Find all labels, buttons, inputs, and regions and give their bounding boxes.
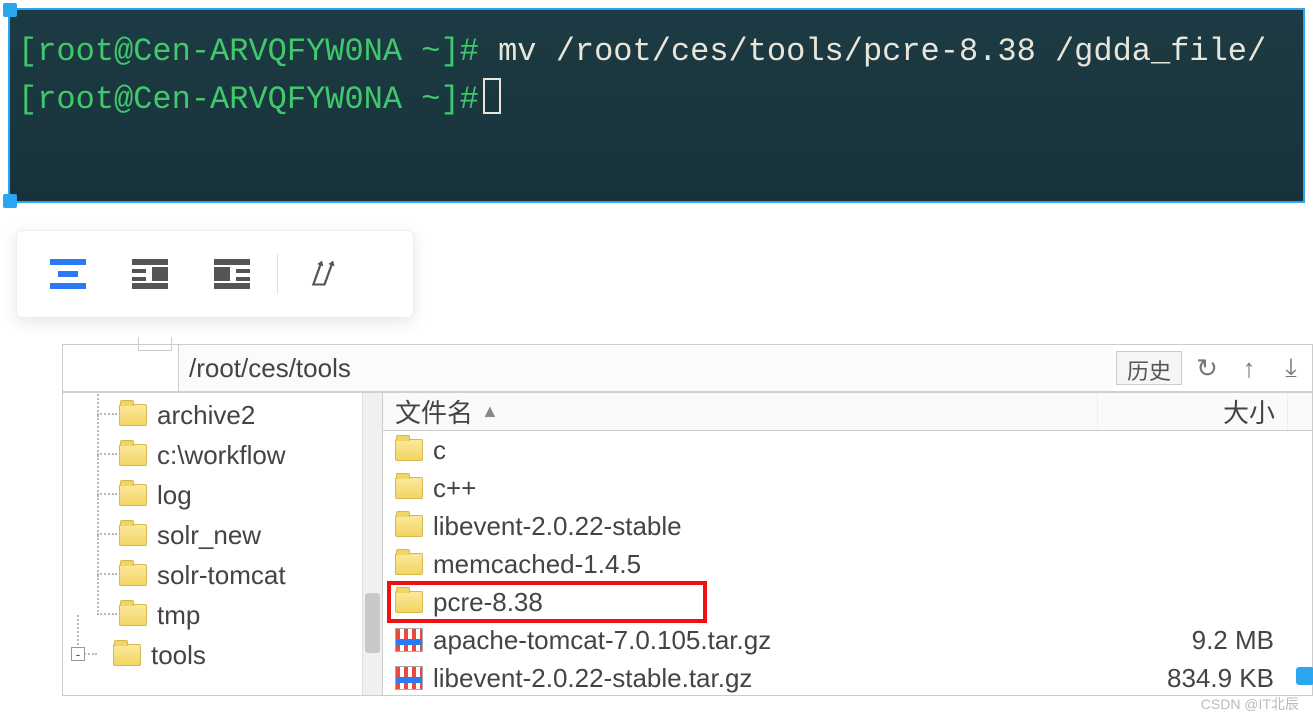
archive-icon <box>395 666 423 690</box>
wrap-left-icon <box>214 259 250 289</box>
file-name: c <box>433 435 446 466</box>
column-size-label: 大小 <box>1223 393 1275 430</box>
tree-header-stub <box>63 345 179 391</box>
file-name: c++ <box>433 473 476 504</box>
tree-item[interactable]: -tools <box>77 635 382 675</box>
sort-asc-icon: ▲ <box>481 401 499 422</box>
prompt-text: [root@Cen-ARVQFYW0NA ~]# <box>18 81 479 118</box>
folder-icon <box>119 444 147 466</box>
folder-icon <box>395 553 423 575</box>
tree-item-label: solr-tomcat <box>157 560 286 591</box>
file-name: pcre-8.38 <box>433 587 543 618</box>
terminal-line: [root@Cen-ARVQFYW0NA ~]# <box>18 76 1295 124</box>
tree-item-label: log <box>157 480 192 511</box>
refresh-button[interactable]: ↻ <box>1186 345 1228 391</box>
terminal-pane[interactable]: [root@Cen-ARVQFYW0NA ~]# mv /root/ces/to… <box>8 8 1305 203</box>
selection-handle-icon[interactable] <box>1296 667 1313 685</box>
tree-item[interactable]: solr_new <box>77 515 382 555</box>
file-browser: 历史 ↻ ↑ ⤓ archive2 c:\workflow log solr_news… <box>62 344 1313 696</box>
terminal-line: [root@Cen-ARVQFYW0NA ~]# mv /root/ces/to… <box>18 28 1295 76</box>
folder-tree[interactable]: archive2 c:\workflow log solr_new solr-tomca… <box>63 393 383 695</box>
folder-icon <box>395 477 423 499</box>
file-row[interactable]: c <box>383 431 1312 469</box>
command-text: mv /root/ces/tools/pcre-8.38 /gdda_file/ <box>479 33 1266 70</box>
selection-handle-icon[interactable] <box>3 194 17 208</box>
download-button[interactable]: ⤓ <box>1270 345 1312 391</box>
path-bar: 历史 ↻ ↑ ⤓ <box>63 345 1312 393</box>
wrap-right-icon <box>132 259 168 289</box>
tree-scrollbar[interactable] <box>362 393 382 695</box>
column-name-label: 文件名 <box>395 393 473 430</box>
column-name[interactable]: 文件名 ▲ <box>383 393 1098 430</box>
tree-item[interactable]: log <box>77 475 382 515</box>
folder-icon <box>119 404 147 426</box>
selection-handle-icon[interactable] <box>3 3 17 17</box>
scrollbar-thumb[interactable] <box>365 593 380 653</box>
tree-item-label: c:\workflow <box>157 440 286 471</box>
align-center-button[interactable] <box>27 231 109 317</box>
file-size: 834.9 KB <box>1098 663 1288 694</box>
expand-icon[interactable]: - <box>71 647 85 661</box>
file-name: apache-tomcat-7.0.105.tar.gz <box>433 625 771 656</box>
tree-item[interactable]: solr-tomcat <box>77 555 382 595</box>
file-row[interactable]: memcached-1.4.5 <box>383 545 1312 583</box>
file-row[interactable]: libevent-2.0.22-stable <box>383 507 1312 545</box>
history-button[interactable]: 历史 <box>1116 351 1182 385</box>
download-icon: ⤓ <box>1285 352 1297 384</box>
wrap-right-button[interactable] <box>109 231 191 317</box>
folder-icon <box>113 644 141 666</box>
folder-icon <box>119 564 147 586</box>
tree-item[interactable]: c:\workflow <box>77 435 382 475</box>
image-toolbar: ⌰ <box>16 230 414 318</box>
file-size: 9.2 MB <box>1098 625 1288 656</box>
folder-icon <box>119 524 147 546</box>
list-header[interactable]: 文件名 ▲ 大小 <box>383 393 1312 431</box>
tree-item[interactable]: tmp <box>77 595 382 635</box>
watermark: CSDN @IT北辰 <box>1201 694 1299 714</box>
file-row[interactable]: pcre-8.38 <box>383 583 1312 621</box>
column-extra[interactable] <box>1288 393 1312 430</box>
refresh-icon: ↻ <box>1196 353 1218 384</box>
folder-icon <box>395 591 423 613</box>
crop-icon: ⌰ <box>312 255 334 294</box>
archive-icon <box>395 628 423 652</box>
tree-item-label: solr_new <box>157 520 261 551</box>
file-row[interactable]: c++ <box>383 469 1312 507</box>
crop-button[interactable]: ⌰ <box>282 231 364 317</box>
tree-item-label: tools <box>151 640 206 671</box>
up-arrow-icon: ↑ <box>1243 353 1256 384</box>
folder-icon <box>395 515 423 537</box>
file-row[interactable]: apache-tomcat-7.0.105.tar.gz 9.2 MB <box>383 621 1312 659</box>
prompt-text: [root@Cen-ARVQFYW0NA ~]# <box>18 33 479 70</box>
file-name: memcached-1.4.5 <box>433 549 641 580</box>
folder-icon <box>119 604 147 626</box>
tree-item-label: tmp <box>157 600 200 631</box>
folder-icon <box>119 484 147 506</box>
column-size[interactable]: 大小 <box>1098 393 1288 430</box>
file-list: 文件名 ▲ 大小 c c++ libevent-2.0.22-stable memcac… <box>383 393 1312 695</box>
file-row[interactable]: libevent-2.0.22-stable.tar.gz 834.9 KB <box>383 659 1312 695</box>
cursor-icon <box>483 78 501 114</box>
path-input[interactable] <box>179 345 1112 391</box>
folder-icon <box>395 439 423 461</box>
tree-item-label: archive2 <box>157 400 255 431</box>
file-name: libevent-2.0.22-stable <box>433 511 682 542</box>
file-name: libevent-2.0.22-stable.tar.gz <box>433 663 752 694</box>
align-center-icon <box>50 259 86 289</box>
wrap-left-button[interactable] <box>191 231 273 317</box>
tree-item[interactable]: archive2 <box>77 395 382 435</box>
divider <box>277 254 278 294</box>
up-button[interactable]: ↑ <box>1228 345 1270 391</box>
